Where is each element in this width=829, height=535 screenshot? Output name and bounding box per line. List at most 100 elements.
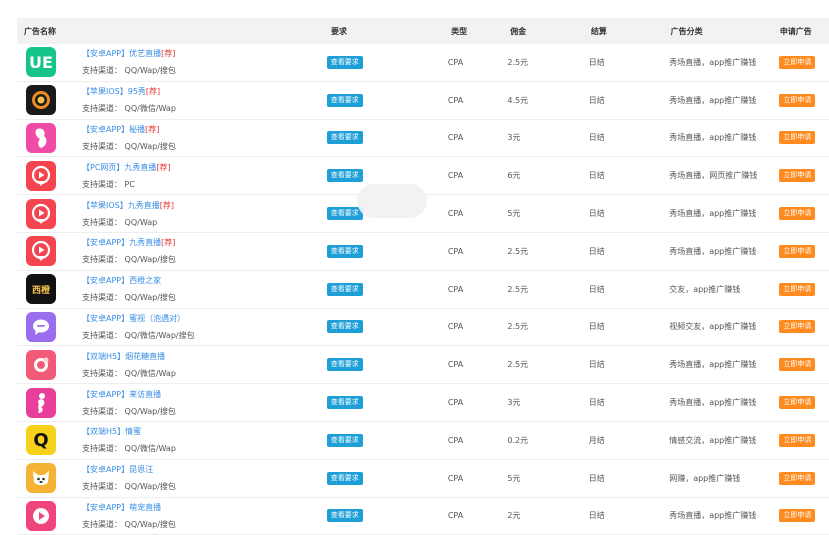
ad-commission: 2.5元: [507, 284, 529, 294]
header-settlement: 结算: [590, 26, 607, 36]
view-requirement-button[interactable]: 查看要求: [326, 207, 363, 221]
ad-channels: 支持渠道： QQ/Wap: [82, 217, 158, 227]
play-pin-logo-icon: [26, 198, 56, 229]
ad-title-link[interactable]: 【苹果IOS】95秀: [82, 87, 146, 96]
recommend-tag: [荐]: [145, 124, 160, 134]
ad-category: 网赚，app推广赚钱: [669, 473, 741, 483]
table-row: 【安卓APP】来访直播 支持渠道： QQ/Wap/搜包 查看要求 CPA 3元 …: [17, 384, 829, 422]
chat-bubble-logo-icon: [26, 311, 56, 342]
ad-title-link[interactable]: 【PC网页】九秀直播: [82, 163, 156, 172]
ad-table: 广告名称 要求 类型 佣金 结算 广告分类 申请广告 UE 【安卓APP】优艺直…: [17, 18, 829, 535]
ad-settlement: 日结: [588, 511, 605, 521]
ad-title-link[interactable]: 【安卓APP】昆恩汪: [82, 465, 153, 474]
header-requirement: 要求: [331, 26, 348, 36]
table-row: 西橙 【安卓APP】西橙之家 支持渠道： QQ/Wap/搜包 查看要求 CPA …: [17, 271, 829, 309]
view-requirement-button[interactable]: 查看要求: [326, 131, 363, 145]
view-requirement-button[interactable]: 查看要求: [326, 433, 363, 447]
ad-settlement: 月结: [588, 435, 605, 445]
girl-logo-icon: [26, 122, 56, 153]
view-requirement-button[interactable]: 查看要求: [326, 282, 363, 296]
table-row: 【安卓APP】蜜视（泡遇对） 支持渠道： QQ/微信/Wap/搜包 查看要求 C…: [17, 309, 829, 347]
ad-name-cell: 【双端H5】烟花糖直播 支持渠道： QQ/微信/Wap: [17, 348, 327, 382]
ad-commission: 3元: [507, 398, 521, 408]
ad-commission: 3元: [507, 133, 521, 143]
ad-title-link[interactable]: 【双端H5】情蜜: [82, 427, 141, 436]
logo-text: Q: [33, 429, 49, 451]
ad-settlement: 日结: [588, 284, 605, 294]
ad-title-link[interactable]: 【安卓APP】西橙之家: [82, 276, 161, 285]
ad-type: CPA: [447, 360, 464, 370]
ad-title-link[interactable]: 【安卓APP】秘播: [82, 125, 145, 134]
ad-commission: 2元: [507, 511, 521, 521]
header-apply: 申请广告: [779, 26, 812, 36]
ad-type: CPA: [447, 511, 464, 521]
view-requirement-button[interactable]: 查看要求: [326, 169, 363, 183]
view-requirement-button[interactable]: 查看要求: [326, 509, 363, 523]
logo-text: UE: [29, 52, 53, 72]
ad-settlement: 日结: [588, 360, 605, 370]
ad-type: CPA: [447, 398, 464, 408]
apply-now-button[interactable]: 立即申请: [779, 244, 816, 258]
apply-now-button[interactable]: 立即申请: [779, 131, 816, 145]
ad-category: 秀场直播，app推广赚钱: [669, 511, 757, 521]
ad-settlement: 日结: [588, 398, 605, 408]
table-row: 【安卓APP】九秀直播[荐] 支持渠道： QQ/Wap/搜包 查看要求 CPA …: [17, 233, 829, 271]
ad-name-cell: 【安卓APP】萌宠直播 支持渠道： QQ/Wap/搜包: [17, 499, 327, 533]
ad-channels: 支持渠道： QQ/Wap/搜包: [82, 255, 176, 265]
ad-title-link[interactable]: 【双端H5】烟花糖直播: [82, 352, 165, 361]
header-type: 类型: [451, 26, 468, 36]
ad-name-cell: Q 【双端H5】情蜜 支持渠道： QQ/微信/Wap: [17, 423, 327, 457]
header-name: 广告名称: [24, 26, 56, 36]
apply-now-button[interactable]: 立即申请: [779, 93, 816, 107]
apply-now-button[interactable]: 立即申请: [779, 433, 816, 447]
apply-now-button[interactable]: 立即申请: [779, 320, 816, 334]
play-pin-logo-icon: [26, 160, 56, 191]
ad-title-link[interactable]: 【安卓APP】来访直播: [82, 390, 161, 399]
apply-now-button[interactable]: 立即申请: [779, 169, 816, 183]
ad-title-link[interactable]: 【苹果IOS】九秀直播: [82, 201, 160, 210]
ad-category: 秀场直播，app推广赚钱: [669, 95, 757, 105]
ad-title-link[interactable]: 【安卓APP】蜜视（泡遇对）: [82, 314, 185, 323]
view-requirement-button[interactable]: 查看要求: [326, 396, 363, 410]
apply-now-button[interactable]: 立即申请: [779, 509, 816, 523]
apply-now-button[interactable]: 立即申请: [779, 282, 816, 296]
ad-type: CPA: [447, 284, 464, 294]
ad-channels: 支持渠道： QQ/微信/Wap: [82, 104, 176, 114]
ad-commission: 6元: [507, 171, 521, 181]
ad-title-link[interactable]: 【安卓APP】优艺直播: [82, 49, 161, 58]
ad-settlement: 日结: [588, 171, 605, 181]
apply-now-button[interactable]: 立即申请: [779, 396, 816, 410]
header-category: 广告分类: [670, 26, 703, 36]
view-requirement-button[interactable]: 查看要求: [326, 358, 363, 372]
ad-category: 情感交流，app推广赚钱: [669, 435, 757, 445]
ue-logo-icon: UE: [26, 47, 56, 78]
apply-now-button[interactable]: 立即申请: [779, 358, 816, 372]
swirl-logo-icon: [26, 85, 56, 116]
view-requirement-button[interactable]: 查看要求: [326, 320, 363, 334]
ad-commission: 0.2元: [507, 435, 529, 445]
view-requirement-button[interactable]: 查看要求: [326, 471, 363, 485]
dog-logo-icon: [26, 463, 56, 494]
ad-name-cell: 【安卓APP】九秀直播[荐] 支持渠道： QQ/Wap/搜包: [17, 234, 327, 268]
ad-name-cell: 西橙 【安卓APP】西橙之家 支持渠道： QQ/Wap/搜包: [17, 272, 327, 306]
view-requirement-button[interactable]: 查看要求: [326, 93, 363, 107]
flower-logo-icon: [26, 349, 56, 380]
ad-category: 秀场直播，app推广赚钱: [669, 398, 757, 408]
ad-channels: 支持渠道： QQ/Wap/搜包: [82, 406, 176, 416]
ad-channels: 支持渠道： QQ/Wap/搜包: [82, 293, 176, 303]
view-requirement-button[interactable]: 查看要求: [326, 55, 363, 69]
ad-channels: 支持渠道： QQ/微信/Wap: [82, 444, 176, 454]
logo-text: 西橙: [31, 285, 50, 296]
ad-type: CPA: [447, 95, 464, 105]
apply-now-button[interactable]: 立即申请: [779, 55, 816, 69]
loading-toast: [357, 184, 427, 218]
ad-commission: 2.5元: [507, 246, 529, 256]
ad-title-link[interactable]: 【安卓APP】萌宠直播: [82, 503, 161, 512]
table-row: 【安卓APP】秘播[荐] 支持渠道： QQ/Wap/搜包 查看要求 CPA 3元…: [17, 120, 829, 158]
view-requirement-button[interactable]: 查看要求: [326, 244, 363, 258]
ad-title-link[interactable]: 【安卓APP】九秀直播: [82, 238, 161, 247]
apply-now-button[interactable]: 立即申请: [779, 207, 816, 221]
ad-type: CPA: [447, 133, 464, 143]
apply-now-button[interactable]: 立即申请: [779, 471, 816, 485]
ad-commission: 2.5元: [507, 57, 529, 67]
